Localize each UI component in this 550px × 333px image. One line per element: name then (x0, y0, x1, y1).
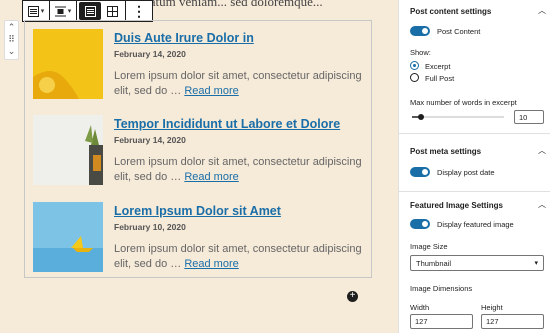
block-toolbar: ⋮ (22, 0, 153, 22)
drag-handle-icon[interactable]: ⠿ (8, 33, 15, 45)
display-date-toggle[interactable] (410, 167, 430, 177)
select-value: Thumbnail (416, 258, 452, 268)
read-more-link[interactable]: Read more (184, 85, 238, 97)
show-label: Show: (410, 48, 431, 57)
post-excerpt: Lorem ipsum dolor sit amet, consectetur … (114, 70, 362, 97)
grid-layout-icon[interactable] (101, 2, 123, 20)
slider-handle[interactable] (418, 114, 425, 120)
panel-post-meta-settings: Post meta settings ︿ Display post date (399, 134, 550, 192)
radio-label: Excerpt (425, 62, 451, 71)
editor-canvas: ...atum veniam... sed doloremque... ⌃ ⠿ … (0, 0, 398, 333)
list-layout-icon[interactable] (79, 2, 101, 20)
post-thumbnail (33, 202, 103, 272)
post-excerpt: Lorem ipsum dolor sit amet, consectetur … (114, 156, 362, 183)
post-thumbnail (33, 115, 103, 185)
latest-posts-block[interactable]: Duis Aute Irure Dolor in February 14, 20… (24, 20, 372, 278)
panel-post-content-settings: Post content settings ︿ Post Content Sho… (399, 0, 550, 134)
post-date: February 14, 2020 (114, 135, 186, 145)
post-date: February 14, 2020 (114, 49, 186, 59)
radio-label: Full Post (425, 74, 455, 83)
move-up-icon[interactable]: ⌃ (8, 21, 16, 33)
toggle-label: Display post date (437, 168, 495, 177)
post-item: Tempor Incididunt ut Labore et Dolore Fe… (33, 115, 363, 185)
block-mover: ⌃ ⠿ ⌄ (4, 20, 19, 60)
toggle-label: Post Content (437, 27, 481, 36)
list-view-icon[interactable] (25, 2, 47, 20)
post-item: Lorem Ipsum Dolor sit Amet February 10, … (33, 202, 363, 272)
max-words-slider[interactable] (412, 114, 504, 120)
read-more-link[interactable]: Read more (184, 258, 238, 270)
radio-excerpt[interactable] (410, 61, 419, 70)
post-content-toggle[interactable] (410, 26, 430, 36)
featured-image-toggle[interactable] (410, 219, 430, 229)
post-title-link[interactable]: Duis Aute Irure Dolor in (114, 31, 254, 45)
background-paragraph: ...atum veniam... sed doloremque... (140, 0, 323, 9)
height-label: Height (481, 303, 503, 312)
panel-title[interactable]: Post content settings (410, 7, 491, 16)
settings-sidebar: Post content settings ︿ Post Content Sho… (398, 0, 550, 333)
width-label: Width (410, 303, 430, 312)
chevron-up-icon[interactable]: ︿ (538, 145, 546, 156)
chevron-down-icon: ▾ (534, 260, 538, 267)
max-words-input[interactable]: 10 (514, 110, 544, 124)
post-date: February 10, 2020 (114, 222, 186, 232)
move-down-icon[interactable]: ⌄ (8, 45, 16, 57)
align-icon[interactable] (52, 2, 74, 20)
read-more-link[interactable]: Read more (184, 171, 238, 183)
image-dimensions-label: Image Dimensions (410, 284, 473, 293)
radio-full-post[interactable] (410, 73, 419, 82)
image-size-select[interactable]: Thumbnail ▾ (410, 255, 544, 271)
height-input[interactable]: 127 (481, 314, 544, 329)
more-options-icon[interactable]: ⋮ (128, 2, 150, 20)
add-block-icon[interactable]: + (347, 291, 358, 302)
post-thumbnail (33, 29, 103, 99)
post-item: Duis Aute Irure Dolor in February 14, 20… (33, 29, 363, 99)
toggle-label: Display featured image (437, 220, 514, 229)
image-size-label: Image Size (410, 242, 448, 251)
chevron-up-icon[interactable]: ︿ (538, 199, 546, 210)
chevron-up-icon[interactable]: ︿ (538, 5, 546, 16)
post-excerpt: Lorem ipsum dolor sit amet, consectetur … (114, 243, 362, 270)
panel-title[interactable]: Featured Image Settings (410, 201, 503, 210)
max-words-label: Max number of words in excerpt (410, 98, 517, 107)
post-title-link[interactable]: Lorem Ipsum Dolor sit Amet (114, 204, 281, 218)
width-input[interactable]: 127 (410, 314, 473, 329)
panel-title[interactable]: Post meta settings (410, 147, 481, 156)
post-title-link[interactable]: Tempor Incididunt ut Labore et Dolore (114, 117, 340, 131)
